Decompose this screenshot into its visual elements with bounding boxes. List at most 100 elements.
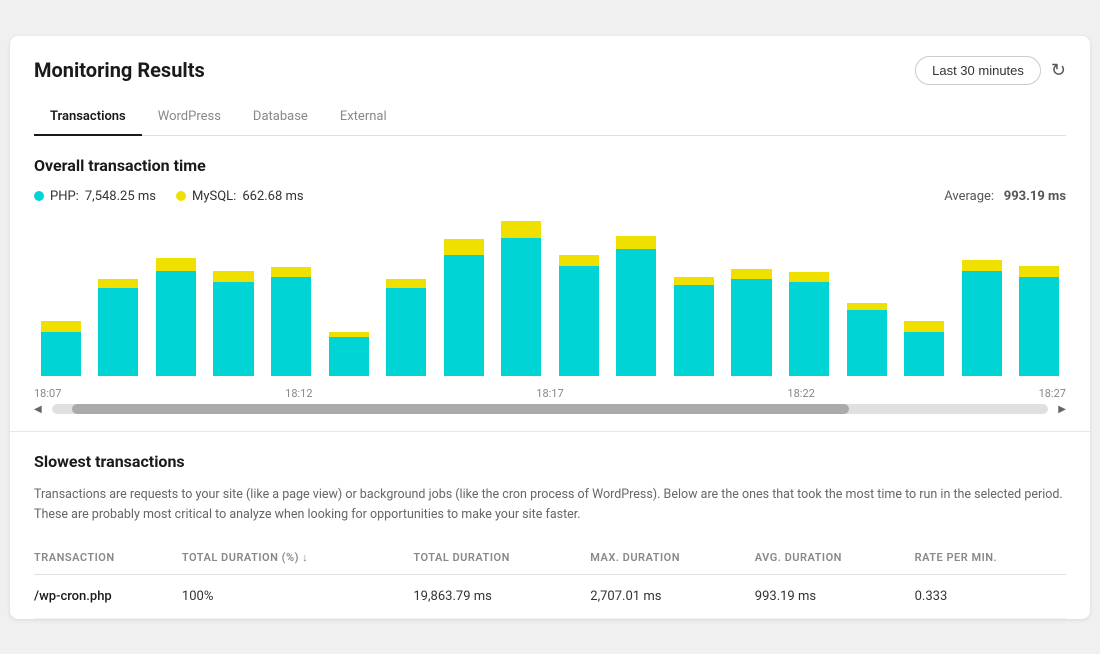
bar-mysql bbox=[41, 321, 81, 332]
tab-wordpress[interactable]: WordPress bbox=[142, 99, 237, 136]
page-header: Monitoring Results Last 30 minutes ↻ bbox=[34, 56, 1066, 85]
table-cell: 993.19 ms bbox=[755, 574, 915, 618]
header-controls: Last 30 minutes ↻ bbox=[915, 56, 1066, 85]
legend-php: PHP: 7,548.25 ms bbox=[34, 189, 156, 204]
bar-php bbox=[904, 332, 944, 376]
bar-php bbox=[41, 332, 81, 376]
slowest-title: Slowest transactions bbox=[34, 452, 1066, 471]
x-axis: 18:0718:1218:1718:2218:27 bbox=[34, 387, 1066, 400]
scroll-thumb[interactable] bbox=[72, 404, 849, 414]
mysql-label: MySQL: bbox=[192, 189, 236, 204]
bar-mysql bbox=[789, 272, 829, 282]
bar-group bbox=[552, 221, 606, 376]
chart-legend: PHP: 7,548.25 ms MySQL: 662.68 ms Averag… bbox=[34, 189, 1066, 204]
time-range-button[interactable]: Last 30 minutes bbox=[915, 56, 1041, 85]
mysql-value: 662.68 ms bbox=[242, 189, 303, 204]
php-value: 7,548.25 ms bbox=[85, 189, 156, 204]
bar-group bbox=[955, 221, 1009, 376]
bar-group bbox=[610, 221, 664, 376]
chart-scrollbar[interactable]: ◀ ▶ bbox=[34, 404, 1066, 415]
table-cell: /wp-cron.php bbox=[34, 574, 182, 618]
bar-group bbox=[725, 221, 779, 376]
bar-mysql bbox=[616, 236, 656, 249]
bar-mysql bbox=[962, 260, 1002, 271]
bar-mysql bbox=[674, 277, 714, 286]
scroll-right-arrow[interactable]: ▶ bbox=[1058, 404, 1066, 415]
col-transaction: TRANSACTION bbox=[34, 545, 182, 575]
bar-php bbox=[1019, 277, 1059, 376]
bar-php bbox=[674, 285, 714, 375]
bar-group bbox=[264, 221, 318, 376]
x-axis-label: 18:07 bbox=[34, 387, 61, 400]
bar-php bbox=[847, 310, 887, 376]
x-axis-label: 18:12 bbox=[285, 387, 312, 400]
bar-php bbox=[789, 282, 829, 375]
scroll-track bbox=[52, 404, 1049, 414]
table-header: TRANSACTION TOTAL DURATION (%) ↓ TOTAL D… bbox=[34, 545, 1066, 575]
refresh-button[interactable]: ↻ bbox=[1051, 60, 1066, 81]
bar-mysql bbox=[156, 258, 196, 271]
table-body: /wp-cron.php100%19,863.79 ms2,707.01 ms9… bbox=[34, 574, 1066, 618]
section-divider bbox=[10, 431, 1090, 432]
bar-mysql bbox=[731, 269, 771, 279]
bar-group bbox=[322, 221, 376, 376]
chart-title: Overall transaction time bbox=[34, 156, 1066, 175]
bar-php bbox=[501, 238, 541, 375]
bar-php bbox=[271, 277, 311, 376]
tab-database[interactable]: Database bbox=[237, 99, 324, 136]
bar-php bbox=[213, 282, 253, 375]
bar-group bbox=[782, 221, 836, 376]
slowest-section: Slowest transactions Transactions are re… bbox=[34, 452, 1066, 619]
tab-bar: Transactions WordPress Database External bbox=[34, 99, 1066, 136]
average-display: Average: 993.19 ms bbox=[944, 189, 1066, 204]
table-cell: 0.333 bbox=[915, 574, 1066, 618]
bar-mysql bbox=[213, 271, 253, 282]
bar-group bbox=[34, 221, 88, 376]
scroll-left-arrow[interactable]: ◀ bbox=[34, 404, 42, 415]
chart-section: Overall transaction time PHP: 7,548.25 m… bbox=[34, 156, 1066, 415]
x-axis-label: 18:22 bbox=[787, 387, 814, 400]
col-max-dur: MAX. DURATION bbox=[590, 545, 755, 575]
bar-php bbox=[386, 288, 426, 376]
bar-group bbox=[92, 221, 146, 376]
bar-php bbox=[559, 266, 599, 376]
bar-mysql bbox=[98, 279, 138, 288]
col-total-pct: TOTAL DURATION (%) ↓ bbox=[182, 545, 413, 575]
bar-group bbox=[437, 221, 491, 376]
tab-external[interactable]: External bbox=[324, 99, 403, 136]
legend-mysql: MySQL: 662.68 ms bbox=[176, 189, 304, 204]
transactions-table: TRANSACTION TOTAL DURATION (%) ↓ TOTAL D… bbox=[34, 545, 1066, 619]
col-total-dur: TOTAL DURATION bbox=[413, 545, 590, 575]
tab-transactions[interactable]: Transactions bbox=[34, 99, 142, 136]
bar-php bbox=[156, 271, 196, 375]
table-cell: 19,863.79 ms bbox=[413, 574, 590, 618]
bar-group bbox=[379, 221, 433, 376]
bar-mysql bbox=[847, 303, 887, 310]
bar-mysql bbox=[559, 255, 599, 266]
php-label: PHP: bbox=[50, 189, 79, 204]
bar-php bbox=[444, 255, 484, 376]
x-axis-label: 18:27 bbox=[1039, 387, 1066, 400]
bar-group bbox=[495, 221, 549, 376]
bar-group bbox=[897, 221, 951, 376]
table-cell: 100% bbox=[182, 574, 413, 618]
bar-mysql bbox=[1019, 266, 1059, 277]
bar-mysql bbox=[904, 321, 944, 332]
bar-mysql bbox=[501, 221, 541, 239]
bar-chart: 18:0718:1218:1718:2218:27 bbox=[34, 220, 1066, 400]
bar-group bbox=[667, 221, 721, 376]
bar-group bbox=[1013, 221, 1067, 376]
bar-group bbox=[149, 221, 203, 376]
bar-php bbox=[616, 249, 656, 375]
bar-mysql bbox=[444, 239, 484, 254]
refresh-icon: ↻ bbox=[1051, 60, 1066, 81]
avg-value: 993.19 ms bbox=[1004, 189, 1066, 204]
table-row: /wp-cron.php100%19,863.79 ms2,707.01 ms9… bbox=[34, 574, 1066, 618]
bar-php bbox=[731, 279, 771, 376]
php-color-dot bbox=[34, 191, 44, 201]
bar-mysql bbox=[386, 279, 426, 288]
bar-group bbox=[207, 221, 261, 376]
bar-mysql bbox=[271, 267, 311, 277]
bar-php bbox=[962, 271, 1002, 375]
avg-label: Average: bbox=[944, 189, 994, 204]
